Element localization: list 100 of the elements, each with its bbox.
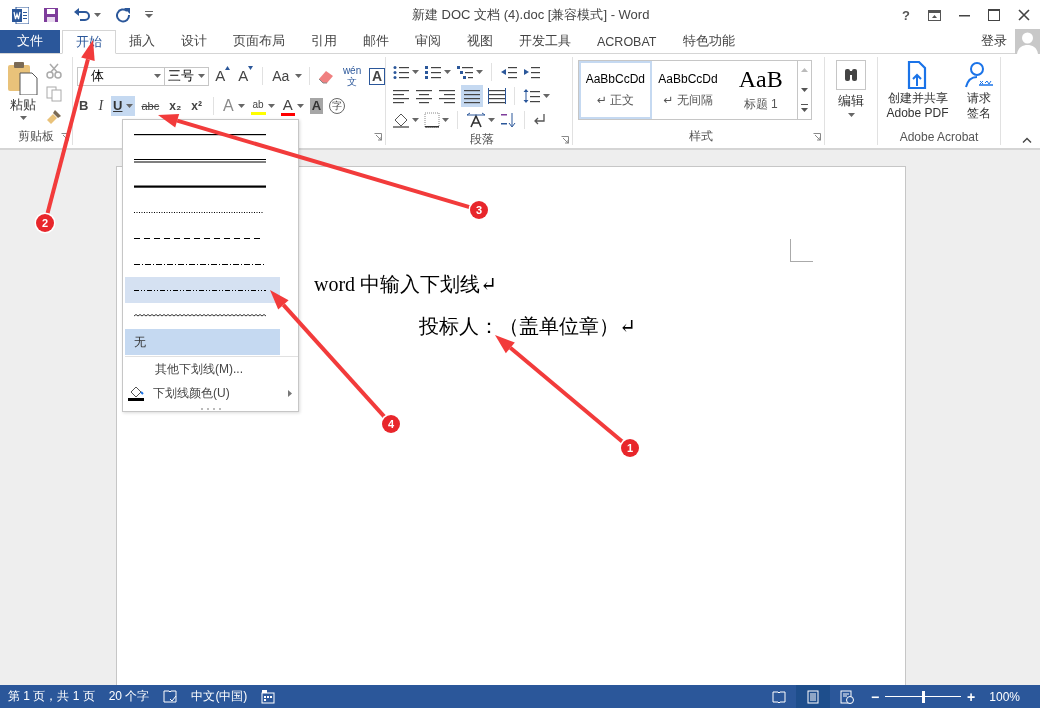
collapse-ribbon-icon[interactable] <box>1022 137 1032 143</box>
window-title: 新建 DOC 文档 (4).doc [兼容模式] - Word <box>411 6 651 24</box>
caret-icon[interactable] <box>198 74 206 78</box>
ribbon-tab[interactable]: 开发工具 <box>506 30 584 53</box>
paint-bucket-icon[interactable] <box>392 111 410 128</box>
file-tab[interactable]: 文件 <box>0 30 60 53</box>
character-border-button[interactable]: A <box>368 67 385 85</box>
zoom-out-button[interactable]: − <box>870 688 880 705</box>
ribbon-tab[interactable]: ACROBAT <box>584 30 670 53</box>
proofing-icon[interactable] <box>163 689 178 704</box>
multilevel-list-icon[interactable] <box>456 63 474 80</box>
sort-icon[interactable] <box>500 111 516 128</box>
eraser-icon[interactable] <box>317 68 336 84</box>
ribbon-tab[interactable]: 设计 <box>168 30 220 53</box>
numbered-list-icon[interactable] <box>424 63 442 80</box>
word-count[interactable]: 20 个字 <box>108 688 150 705</box>
group-label: 样式 <box>689 128 713 145</box>
paint-bucket-icon <box>127 385 145 401</box>
underline-color-option[interactable]: 下划线颜色(U) <box>153 384 280 402</box>
text-layout-icon[interactable] <box>466 111 486 128</box>
ribbon-tab[interactable]: 视图 <box>454 30 506 53</box>
caret-icon[interactable] <box>476 69 483 74</box>
font-color-button[interactable]: A <box>280 96 295 116</box>
style-option[interactable]: AaB 标题 1 <box>724 61 797 119</box>
ribbon-tab[interactable]: 页面布局 <box>220 30 298 53</box>
style-option[interactable]: AaBbCcDd ↵ 正文 <box>579 61 652 119</box>
superscript-button[interactable]: x² <box>189 96 204 116</box>
line-spacing-icon[interactable] <box>523 87 541 104</box>
character-shading-button[interactable]: A <box>309 98 324 114</box>
zoom-level[interactable]: 100% <box>989 689 1040 704</box>
paintbrush-icon[interactable] <box>46 109 62 125</box>
print-view-button[interactable] <box>795 685 830 708</box>
customize-icon[interactable] <box>145 11 153 19</box>
ribbon-tab[interactable]: 特色功能 <box>669 30 748 53</box>
word-logo-icon[interactable] <box>12 6 29 24</box>
paste-button[interactable]: 粘贴 <box>8 61 38 128</box>
caret-icon[interactable] <box>444 69 451 74</box>
caret-icon[interactable] <box>488 117 495 122</box>
ribbon-display-icon[interactable] <box>928 9 941 21</box>
person-signature-icon[interactable] <box>963 60 994 90</box>
group-label: 剪贴板 <box>18 128 54 145</box>
zoom-in-button[interactable]: + <box>967 688 976 705</box>
caret-icon[interactable] <box>296 104 304 108</box>
help-button[interactable]: ? <box>902 7 910 23</box>
italic-button[interactable]: I <box>96 96 106 116</box>
no-underline-option[interactable]: 无 <box>125 329 280 355</box>
caret-icon[interactable] <box>847 113 855 117</box>
highlight-button[interactable]: ab <box>250 97 266 115</box>
caret-icon[interactable] <box>412 117 419 122</box>
macro-icon[interactable] <box>261 689 276 704</box>
ribbon-tab[interactable]: 审阅 <box>402 30 454 53</box>
save-icon[interactable] <box>43 7 59 23</box>
strikethrough-button[interactable]: abc <box>139 96 162 116</box>
caret-icon[interactable] <box>267 104 275 108</box>
subscript-button[interactable]: x₂ <box>167 96 184 116</box>
undo-icon[interactable] <box>73 7 91 23</box>
sign-in-link[interactable]: 登录 <box>981 33 1007 50</box>
paragraph-mark-icon[interactable] <box>533 112 547 127</box>
document-text: 投标人：（盖单位章）↵ <box>419 314 637 339</box>
caret-icon[interactable] <box>94 13 101 17</box>
change-case-button[interactable]: Aa <box>270 66 292 86</box>
zoom-slider-thumb[interactable] <box>922 690 926 703</box>
caret-icon[interactable] <box>295 74 303 78</box>
align-right-icon[interactable] <box>438 87 456 104</box>
caret-icon[interactable] <box>153 74 161 78</box>
create-pdf-button[interactable]: 创建并共享 Adobe PDF <box>884 91 951 121</box>
margin-corner-mark <box>790 239 813 262</box>
ribbon-tab[interactable]: 引用 <box>298 30 350 53</box>
caret-icon[interactable] <box>237 104 245 108</box>
grow-font-button[interactable]: A <box>213 66 233 86</box>
phonetic-guide-button[interactable]: wén 文 <box>339 65 365 87</box>
font-size-field[interactable]: 三号 <box>163 66 210 86</box>
caret-icon[interactable] <box>412 69 419 74</box>
close-icon[interactable] <box>1018 9 1030 21</box>
style-option[interactable]: AaBbCcDd ↵ 无间隔 <box>651 61 725 119</box>
borders-icon[interactable] <box>424 111 440 128</box>
shrink-font-button[interactable]: A <box>236 66 256 86</box>
dialog-launcher-icon[interactable] <box>374 133 382 141</box>
request-signature-button[interactable]: 请求签名 <box>965 91 992 121</box>
ribbon-tab[interactable]: 邮件 <box>350 30 402 53</box>
bullet-list-icon[interactable] <box>392 63 410 80</box>
text-effects-button[interactable]: A <box>220 96 236 116</box>
ribbon-tab[interactable]: 插入 <box>116 30 168 53</box>
page-count[interactable]: 第 1 页，共 1 页 <box>8 688 95 705</box>
redo-icon[interactable] <box>115 7 131 23</box>
bold-button[interactable]: B <box>77 96 91 116</box>
align-left-icon[interactable] <box>392 87 410 104</box>
maximize-icon[interactable] <box>988 9 1000 21</box>
more-underlines-option[interactable]: 其他下划线(M)... <box>155 360 298 378</box>
binoculars-icon[interactable] <box>836 60 866 90</box>
caret-icon[interactable] <box>126 104 134 108</box>
dialog-launcher-icon[interactable] <box>561 136 569 144</box>
caret-icon[interactable] <box>543 93 550 98</box>
dialog-launcher-icon[interactable] <box>813 133 821 141</box>
distributed-icon[interactable] <box>488 87 506 104</box>
editing-button[interactable]: 编辑 <box>838 93 864 110</box>
language-indicator[interactable]: 中文(中国) <box>191 688 248 705</box>
caret-icon[interactable] <box>19 116 27 120</box>
align-center-icon[interactable] <box>415 87 433 104</box>
caret-icon[interactable] <box>442 117 449 122</box>
